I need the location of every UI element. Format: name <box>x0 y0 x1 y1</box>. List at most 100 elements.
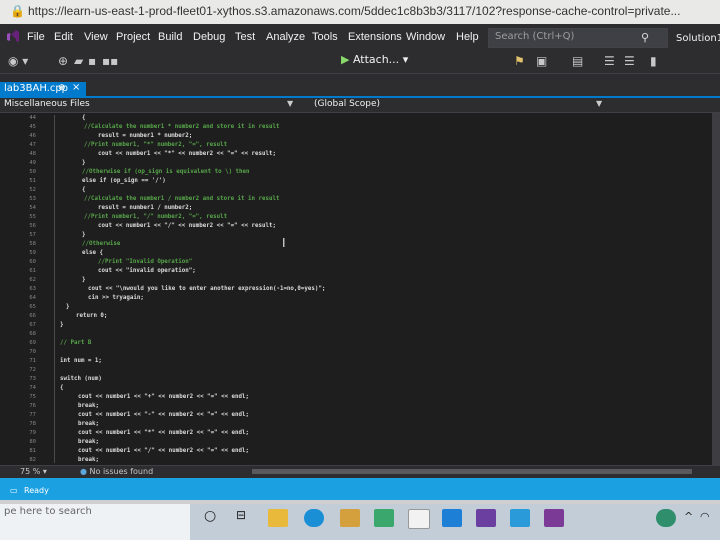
code-line[interactable]: cout << number1 << "-" << number2 << "="… <box>78 412 249 418</box>
chevron-down-icon[interactable]: ▼ <box>596 99 602 108</box>
zoom-level[interactable]: 75 % ▾ <box>20 467 47 476</box>
code-line[interactable]: //Calculate the number1 * number2 and st… <box>84 124 279 130</box>
taskbar-search-text[interactable]: pe here to search <box>4 506 92 517</box>
code-line[interactable]: int num = 1; <box>60 358 102 364</box>
code-line[interactable]: } <box>66 304 70 310</box>
code-line[interactable]: return 0; <box>76 313 107 319</box>
menu-item-help[interactable]: Help <box>456 31 479 43</box>
line-number: 46 <box>29 133 36 139</box>
code-line[interactable]: { <box>82 187 86 193</box>
code-line[interactable]: break; <box>78 421 99 427</box>
tool-icon[interactable]: ⚑ <box>514 54 525 68</box>
window-icon[interactable]: ▣ <box>536 54 547 68</box>
url-text[interactable]: https://learn-us-east-1-prod-fleet01-xyt… <box>28 4 680 18</box>
code-line[interactable]: } <box>82 277 86 283</box>
visual-studio-taskbar-icon[interactable] <box>476 509 496 527</box>
layout-icon[interactable]: ▤ <box>572 54 583 68</box>
hangouts-icon[interactable] <box>656 509 676 527</box>
close-icon[interactable]: × <box>72 82 80 93</box>
check-circle-icon: ● <box>80 467 87 476</box>
save-icon[interactable]: ▪ <box>88 54 96 68</box>
code-line[interactable]: cin >> tryagain; <box>88 295 144 301</box>
global-scope-dropdown[interactable]: (Global Scope) <box>314 99 380 109</box>
code-line[interactable]: // Part B <box>60 340 91 346</box>
bookmark-icon[interactable]: ▮ <box>650 54 657 68</box>
status-text: Ready <box>24 486 49 495</box>
code-line[interactable]: switch (num) <box>60 376 102 382</box>
code-line[interactable]: { <box>60 385 64 391</box>
code-line[interactable]: cout << number1 << "/" << number2 << "="… <box>98 223 276 229</box>
code-line[interactable]: cout << number1 << "*" << number2 << "="… <box>98 151 276 157</box>
code-line[interactable]: //Otherwise <box>82 241 120 247</box>
menu-item-debug[interactable]: Debug <box>193 31 225 43</box>
code-line[interactable]: //Print "Invalid Operation" <box>98 259 192 265</box>
menu-item-project[interactable]: Project <box>116 31 150 43</box>
chevron-down-icon: ▾ <box>402 53 409 66</box>
menu-item-tools[interactable]: Tools <box>312 31 338 43</box>
issues-indicator[interactable]: ● No issues found <box>80 467 153 476</box>
menu-item-edit[interactable]: Edit <box>54 31 73 43</box>
word-icon[interactable] <box>408 509 430 529</box>
line-number: 68 <box>29 331 36 337</box>
vs-installer-icon[interactable] <box>544 509 564 527</box>
file-explorer-icon[interactable] <box>268 509 288 527</box>
edge-icon[interactable] <box>304 509 324 527</box>
indent-icon[interactable]: ☰ <box>604 54 615 68</box>
save-all-icon[interactable]: ▪▪ <box>102 54 118 68</box>
code-line[interactable]: cout << number1 << "+" << number2 << "="… <box>78 394 249 400</box>
menu-item-build[interactable]: Build <box>158 31 182 43</box>
menu-item-analyze[interactable]: Analyze <box>266 31 305 43</box>
search-icon[interactable]: ⚲ <box>641 31 649 44</box>
code-line[interactable]: //Otherwise if (op_sign is equivalent to… <box>82 169 250 175</box>
chevron-down-icon[interactable]: ▼ <box>287 99 293 108</box>
code-line[interactable]: result = number1 * number2; <box>98 133 192 139</box>
line-number: 55 <box>29 214 36 220</box>
menu-item-file[interactable]: File <box>27 31 45 43</box>
remote-desktop-icon[interactable] <box>510 509 530 527</box>
menu-item-extensions[interactable]: Extensions <box>348 31 402 43</box>
pin-icon[interactable]: ⊕ <box>58 83 66 93</box>
menu-item-test[interactable]: Test <box>235 31 255 43</box>
horizontal-scrollbar[interactable] <box>252 469 692 474</box>
code-line[interactable]: } <box>82 232 86 238</box>
code-line[interactable]: } <box>82 160 86 166</box>
mail-icon[interactable] <box>374 509 394 527</box>
project-scope-dropdown[interactable]: Miscellaneous Files <box>4 99 90 109</box>
code-line[interactable]: { <box>82 115 86 121</box>
status-bar <box>0 478 720 500</box>
code-line[interactable]: cout << "\nwould you like to enter anoth… <box>88 286 325 292</box>
code-line[interactable]: //Print number1, "/" number2, "=", resul… <box>84 214 227 220</box>
cortana-icon[interactable]: ○ <box>204 508 216 524</box>
line-number: 50 <box>29 169 36 175</box>
issues-label: No issues found <box>89 467 154 476</box>
output-icon: ▭ <box>10 486 18 495</box>
chevron-up-icon[interactable]: ^ <box>684 510 693 523</box>
attach-button[interactable]: ▶ Attach... ▾ <box>341 53 408 66</box>
code-line[interactable]: cout << number1 << "/" << number2 << "="… <box>78 448 249 454</box>
open-folder-icon[interactable]: ▰ <box>74 54 83 68</box>
code-line[interactable]: else { <box>82 250 103 256</box>
wifi-icon[interactable]: ◠ <box>700 510 710 523</box>
line-number: 78 <box>29 421 36 427</box>
line-number: 81 <box>29 448 36 454</box>
menu-item-view[interactable]: View <box>84 31 108 43</box>
code-line[interactable]: else if (op_sign == '/') <box>82 178 166 184</box>
search-placeholder[interactable]: Search (Ctrl+Q) <box>495 31 574 42</box>
dropbox-icon[interactable] <box>442 509 462 527</box>
outdent-icon[interactable]: ☰ <box>624 54 635 68</box>
task-view-icon[interactable]: ⊟ <box>236 508 246 522</box>
new-project-icon[interactable]: ⊕ <box>58 54 68 68</box>
store-icon[interactable] <box>340 509 360 527</box>
vertical-scrollbar[interactable] <box>712 113 720 465</box>
menu-item-window[interactable]: Window <box>406 31 445 43</box>
code-line[interactable]: cout << "invalid operation"; <box>98 268 196 274</box>
code-line[interactable]: break; <box>78 439 99 445</box>
back-forward-icon[interactable]: ◉ ▾ <box>8 54 28 68</box>
code-line[interactable]: cout << number1 << "*" << number2 << "="… <box>78 430 249 436</box>
code-line[interactable]: break; <box>78 403 99 409</box>
code-line[interactable]: //Calculate the number1 / number2 and st… <box>84 196 279 202</box>
code-line[interactable]: //Print number1, "*" number2, "=", resul… <box>84 142 227 148</box>
code-line[interactable]: break; <box>78 457 99 463</box>
code-line[interactable]: } <box>60 322 64 328</box>
code-line[interactable]: result = number1 / number2; <box>98 205 192 211</box>
